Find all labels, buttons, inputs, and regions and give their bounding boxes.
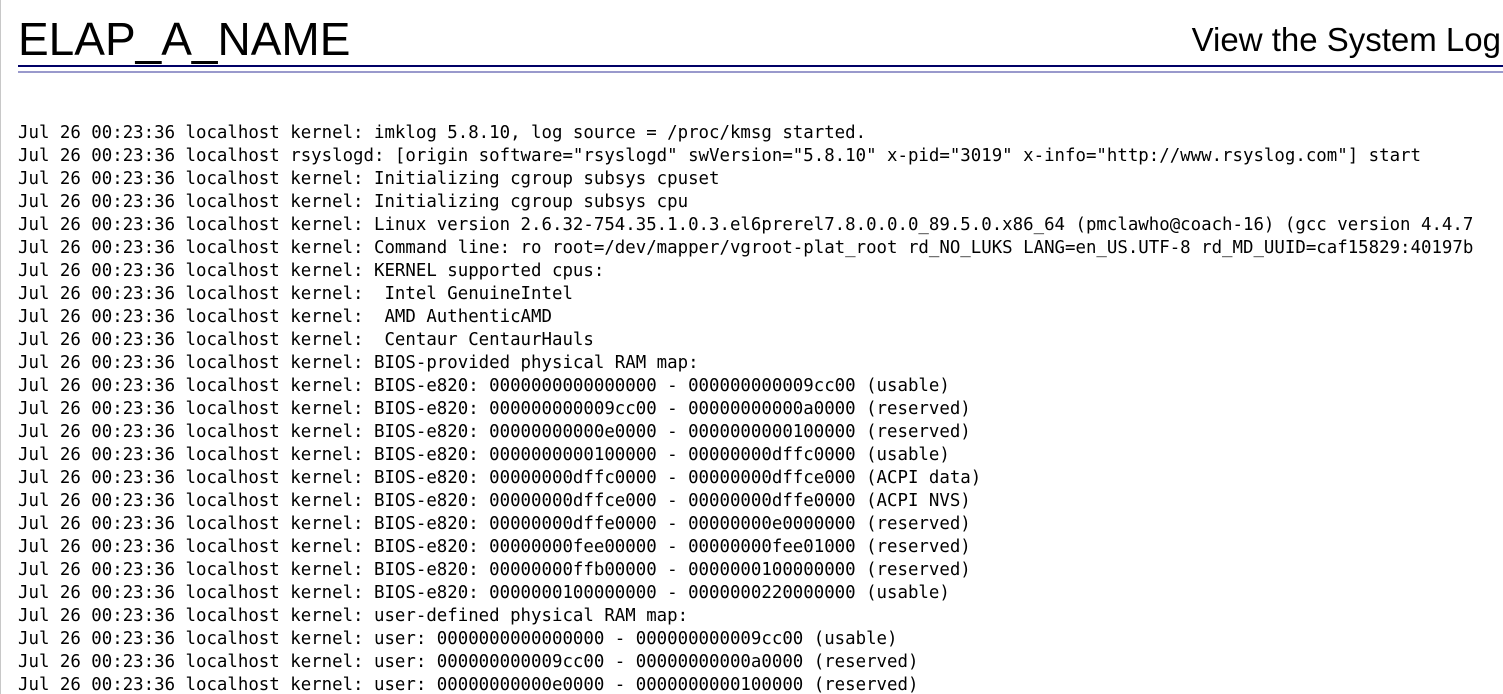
system-log-content: Jul 26 00:23:36 localhost kernel: imklog…	[18, 122, 1503, 694]
log-line: Jul 26 00:23:36 localhost kernel: BIOS-e…	[18, 399, 971, 419]
log-line: Jul 26 00:23:36 localhost kernel: BIOS-e…	[18, 491, 971, 511]
log-line: Jul 26 00:23:36 localhost kernel: Linux …	[18, 215, 1474, 235]
log-line: Jul 26 00:23:36 localhost kernel: Comman…	[18, 238, 1474, 258]
log-line: Jul 26 00:23:36 localhost kernel: Centau…	[18, 330, 594, 350]
log-line: Jul 26 00:23:36 localhost kernel: BIOS-e…	[18, 468, 982, 488]
log-line: Jul 26 00:23:36 localhost kernel: Intel …	[18, 284, 573, 304]
header-divider-secondary	[18, 71, 1503, 73]
left-border	[0, 0, 1, 694]
system-log-page: ELAP_A_NAME View the System Log Jul 26 0…	[0, 0, 1503, 694]
log-line: Jul 26 00:23:36 localhost kernel: BIOS-e…	[18, 376, 950, 396]
page-title: View the System Log	[1191, 21, 1501, 58]
log-line: Jul 26 00:23:36 localhost kernel: Initia…	[18, 192, 689, 212]
log-line: Jul 26 00:23:36 localhost kernel: BIOS-e…	[18, 583, 950, 603]
log-line: Jul 26 00:23:36 localhost kernel: BIOS-e…	[18, 422, 971, 442]
log-line: Jul 26 00:23:36 localhost kernel: BIOS-e…	[18, 445, 950, 465]
log-line: Jul 26 00:23:36 localhost kernel: AMD Au…	[18, 307, 552, 327]
log-line: Jul 26 00:23:36 localhost rsyslogd: [ori…	[18, 146, 1421, 166]
log-line: Jul 26 00:23:36 localhost kernel: user: …	[18, 675, 919, 694]
log-line: Jul 26 00:23:36 localhost kernel: KERNEL…	[18, 261, 605, 281]
log-line: Jul 26 00:23:36 localhost kernel: user: …	[18, 652, 919, 672]
log-line: Jul 26 00:23:36 localhost kernel: user: …	[18, 629, 898, 649]
header-divider	[18, 65, 1503, 67]
page-header: ELAP_A_NAME View the System Log	[18, 0, 1503, 76]
log-line: Jul 26 00:23:36 localhost kernel: Initia…	[18, 169, 720, 189]
log-line: Jul 26 00:23:36 localhost kernel: BIOS-e…	[18, 560, 971, 580]
log-line: Jul 26 00:23:36 localhost kernel: BIOS-e…	[18, 537, 971, 557]
log-line: Jul 26 00:23:36 localhost kernel: user-d…	[18, 606, 689, 626]
system-name: ELAP_A_NAME	[18, 13, 351, 65]
log-line: Jul 26 00:23:36 localhost kernel: imklog…	[18, 123, 867, 143]
log-line: Jul 26 00:23:36 localhost kernel: BIOS-e…	[18, 514, 971, 534]
log-line: Jul 26 00:23:36 localhost kernel: BIOS-p…	[18, 353, 699, 373]
